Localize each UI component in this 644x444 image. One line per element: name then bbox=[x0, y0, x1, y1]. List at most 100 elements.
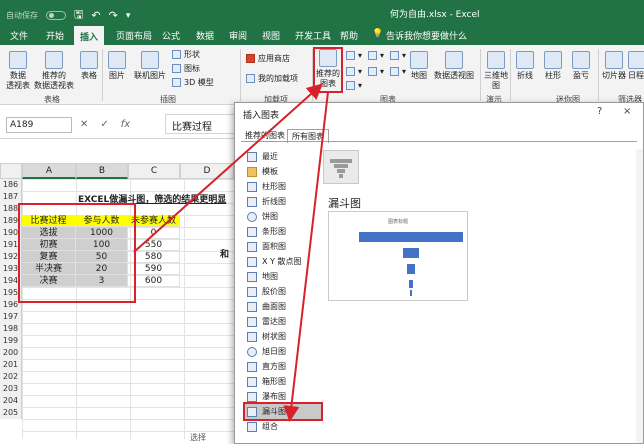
line-chart-dropdown[interactable]: ▾ bbox=[346, 67, 362, 76]
table-header-cell[interactable]: 未参赛人数 bbox=[128, 215, 180, 227]
row-header[interactable]: 195 bbox=[0, 287, 22, 299]
chart-preview[interactable]: 图表标题 bbox=[328, 211, 468, 301]
column-chart-dropdown[interactable]: ▾ bbox=[346, 51, 362, 60]
category-box-whisker[interactable]: 箱形图 bbox=[245, 374, 321, 389]
tab-data[interactable]: 数据 bbox=[196, 29, 214, 42]
3d-model-button[interactable]: 3D 模型 bbox=[172, 77, 214, 88]
row-header[interactable]: 202 bbox=[0, 371, 22, 383]
category-templates[interactable]: 模板 bbox=[245, 164, 321, 179]
table-cell[interactable]: 0 bbox=[128, 227, 180, 239]
row-header[interactable]: 194 bbox=[0, 275, 22, 287]
recommended-charts-button[interactable]: 推荐的 图表 bbox=[313, 47, 343, 93]
hierarchy-chart-dropdown[interactable]: ▾ bbox=[368, 51, 384, 60]
my-addins-button[interactable]: 我的加载项 bbox=[246, 73, 298, 84]
pie-chart-dropdown[interactable]: ▾ bbox=[390, 67, 406, 76]
category-map[interactable]: 地图 bbox=[245, 269, 321, 284]
online-picture-button[interactable]: 联机图片 bbox=[134, 51, 166, 81]
redo-icon[interactable]: ↷ bbox=[109, 9, 118, 22]
row-header[interactable]: 200 bbox=[0, 347, 22, 359]
tab-file[interactable]: 文件 bbox=[10, 29, 28, 42]
table-button[interactable]: 表格 bbox=[80, 51, 98, 81]
table-cell[interactable]: 600 bbox=[128, 275, 180, 287]
column-header-b[interactable]: B bbox=[76, 163, 128, 179]
autosave-toggle[interactable] bbox=[46, 11, 66, 20]
recommended-pivot-button[interactable]: 推荐的 数据透视表 bbox=[34, 51, 74, 91]
cancel-icon[interactable]: ✕ bbox=[80, 119, 88, 130]
column-header-d[interactable]: D bbox=[180, 163, 234, 179]
category-histogram[interactable]: 直方图 bbox=[245, 359, 321, 374]
stat-chart-dropdown[interactable]: ▾ bbox=[368, 67, 384, 76]
category-sunburst[interactable]: 旭日图 bbox=[245, 344, 321, 359]
dialog-scrollbar[interactable] bbox=[636, 149, 643, 443]
tab-developer[interactable]: 开发工具 bbox=[295, 29, 331, 42]
row-header[interactable]: 196 bbox=[0, 299, 22, 311]
row-header[interactable]: 199 bbox=[0, 335, 22, 347]
row-header[interactable]: 205 bbox=[0, 407, 22, 419]
row-header[interactable]: 189 bbox=[0, 215, 22, 227]
help-icon[interactable]: ? bbox=[597, 106, 602, 117]
maps-button[interactable]: 地图 bbox=[410, 51, 428, 81]
tab-insert[interactable]: 插入 bbox=[74, 26, 105, 45]
category-line[interactable]: 折线图 bbox=[245, 194, 321, 209]
row-header[interactable]: 193 bbox=[0, 263, 22, 275]
row-header[interactable]: 203 bbox=[0, 383, 22, 395]
undo-icon[interactable]: ↶ bbox=[91, 9, 100, 22]
category-area[interactable]: 面积图 bbox=[245, 239, 321, 254]
function-icon[interactable]: fx bbox=[121, 119, 130, 130]
picture-button[interactable]: 图片 bbox=[108, 51, 126, 81]
row-header[interactable]: 201 bbox=[0, 359, 22, 371]
tab-page-layout[interactable]: 页面布局 bbox=[116, 29, 152, 42]
slicer-button[interactable]: 切片器 bbox=[602, 51, 626, 81]
tab-review[interactable]: 审阅 bbox=[229, 29, 247, 42]
column-header-c[interactable]: C bbox=[128, 163, 180, 179]
row-header[interactable]: 188 bbox=[0, 203, 22, 215]
category-recent[interactable]: 最近 bbox=[245, 149, 321, 164]
category-column[interactable]: 柱形图 bbox=[245, 179, 321, 194]
store-button[interactable]: 应用商店 bbox=[246, 53, 290, 64]
scatter-chart-dropdown[interactable]: ▾ bbox=[346, 81, 362, 90]
shapes-button[interactable]: 形状 bbox=[172, 49, 200, 60]
row-header[interactable]: 186 bbox=[0, 179, 22, 191]
3d-map-button[interactable]: 三维地 图 bbox=[484, 51, 508, 91]
category-radar[interactable]: 雷达图 bbox=[245, 314, 321, 329]
category-surface[interactable]: 曲面图 bbox=[245, 299, 321, 314]
tab-home[interactable]: 开始 bbox=[46, 29, 64, 42]
row-header[interactable]: 192 bbox=[0, 251, 22, 263]
column-header-a[interactable]: A bbox=[22, 163, 76, 179]
tell-me-box[interactable]: 告诉我你想要做什么 bbox=[386, 29, 467, 42]
row-header[interactable]: 187 bbox=[0, 191, 22, 203]
row-header[interactable]: 197 bbox=[0, 311, 22, 323]
tab-help[interactable]: 帮助 bbox=[340, 29, 358, 42]
close-icon[interactable]: × bbox=[623, 106, 631, 117]
save-icon[interactable]: 🖫 bbox=[74, 6, 83, 25]
category-stock[interactable]: 股价图 bbox=[245, 284, 321, 299]
row-header[interactable]: 190 bbox=[0, 227, 22, 239]
select-all-corner[interactable] bbox=[0, 163, 22, 179]
tab-formulas[interactable]: 公式 bbox=[162, 29, 180, 42]
category-scatter[interactable]: X Y 散点图 bbox=[245, 254, 321, 269]
category-bar[interactable]: 条形图 bbox=[245, 224, 321, 239]
category-combo[interactable]: 组合 bbox=[245, 419, 321, 434]
name-box[interactable]: A189 bbox=[6, 117, 72, 133]
sparkline-winloss-button[interactable]: 盈亏 bbox=[572, 51, 590, 81]
pivot-chart-button[interactable]: 数据透视图 bbox=[434, 51, 474, 81]
row-header[interactable]: 204 bbox=[0, 395, 22, 407]
enter-icon[interactable]: ✓ bbox=[100, 119, 108, 130]
category-funnel[interactable]: 漏斗图 bbox=[243, 402, 323, 421]
sparkline-line-button[interactable]: 折线 bbox=[516, 51, 534, 81]
table-cell[interactable]: 590 bbox=[128, 263, 180, 275]
icons-button[interactable]: 图标 bbox=[172, 63, 200, 74]
category-pie[interactable]: 饼图 bbox=[245, 209, 321, 224]
funnel-thumbnail[interactable] bbox=[323, 150, 359, 184]
category-waterfall[interactable]: 瀑布图 bbox=[245, 389, 321, 404]
customize-icon[interactable]: ▾ bbox=[126, 11, 131, 21]
tab-view[interactable]: 视图 bbox=[262, 29, 280, 42]
pivot-table-button[interactable]: 数据 透视表 bbox=[6, 51, 30, 91]
sparkline-column-button[interactable]: 柱形 bbox=[544, 51, 562, 81]
waterfall-chart-dropdown[interactable]: ▾ bbox=[390, 51, 406, 60]
table-cell[interactable]: 580 bbox=[128, 251, 180, 263]
category-treemap[interactable]: 树状图 bbox=[245, 329, 321, 344]
timeline-button[interactable]: 日程 bbox=[628, 51, 644, 81]
row-header[interactable]: 191 bbox=[0, 239, 22, 251]
table-cell[interactable]: 550 bbox=[128, 239, 180, 251]
